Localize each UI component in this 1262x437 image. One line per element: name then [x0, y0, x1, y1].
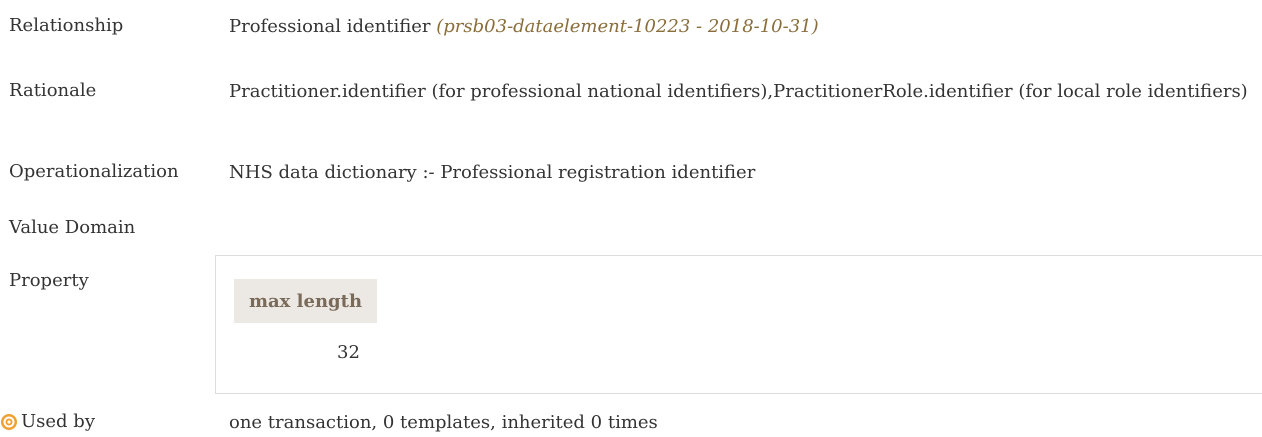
target-icon: [1, 414, 17, 430]
relationship-value: Professional identifier (prsb03-dataelem…: [229, 14, 819, 40]
relationship-reference[interactable]: (prsb03-dataelement-10223 - 2018-10-31): [436, 16, 818, 37]
used-by-value: one transaction, 0 templates, inherited …: [229, 412, 658, 433]
property-table: max length 32: [215, 255, 1262, 394]
property-header-max-length: max length: [234, 279, 377, 323]
operationalization-value: NHS data dictionary :- Professional regi…: [229, 162, 756, 183]
used-by-label: Used by: [21, 411, 95, 432]
value-domain-label: Value Domain: [9, 217, 136, 238]
rationale-label: Rationale: [9, 80, 97, 101]
relationship-name: Professional identifier: [229, 16, 431, 37]
relationship-label: Relationship: [9, 15, 124, 36]
operationalization-label: Operationalization: [9, 161, 179, 182]
rationale-value: Practitioner.identifier (for professiona…: [229, 81, 1248, 102]
property-label: Property: [9, 270, 89, 291]
property-value-max-length: 32: [337, 342, 360, 363]
